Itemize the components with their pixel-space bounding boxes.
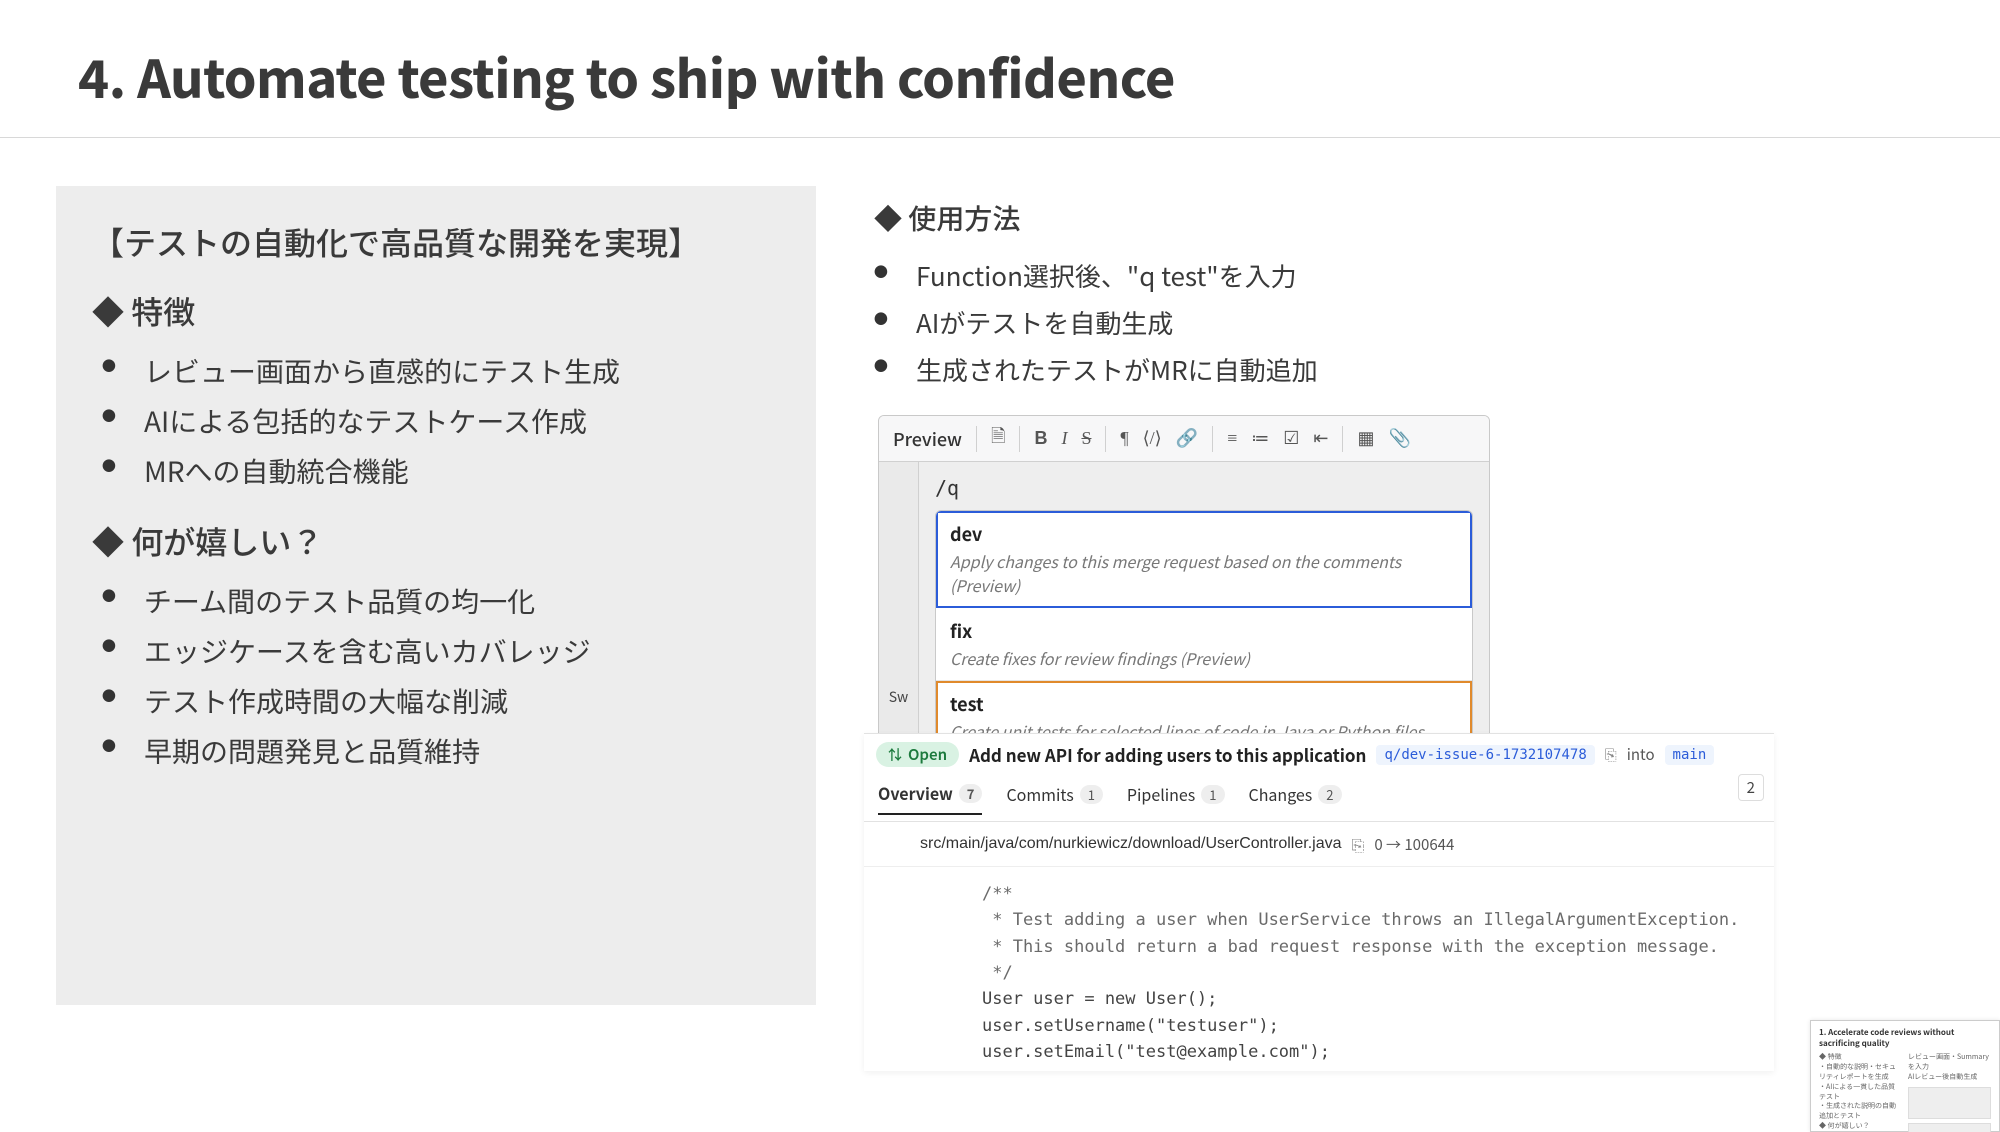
list-item: 早期の問題発見と品質維持 (144, 730, 780, 772)
thumb-title: 1. Accelerate code reviews without sacri… (1819, 1027, 1991, 1049)
copy-path-icon[interactable]: ⎘ (1352, 832, 1365, 856)
thumb-right: レビュー画面・Summaryを入力 AIレビュー後自動生成 (1908, 1053, 1991, 1132)
dropdown-item-dev[interactable]: dev Apply changes to this merge request … (936, 511, 1472, 608)
merge-request-mock: Open Add new API for adding users to thi… (864, 733, 1774, 1071)
next-slide-thumbnail[interactable]: 1. Accelerate code reviews without sacri… (1810, 1020, 2000, 1132)
code-block: /** * Test adding a user when UserServic… (864, 867, 1774, 1071)
italic-button[interactable]: I (1061, 428, 1067, 449)
copy-icon[interactable]: ⎘ (1605, 744, 1617, 765)
quote-icon[interactable]: ¶ (1120, 428, 1128, 449)
tab-count: 1 (1201, 785, 1224, 804)
slide-title: 4. Automate testing to ship with confide… (0, 0, 2000, 137)
list-item: チーム間のテスト品質の均一化 (144, 580, 780, 622)
slash-command-input[interactable]: /q (935, 476, 1473, 500)
dropdown-item-fix[interactable]: fix Create fixes for review findings (Pr… (936, 608, 1472, 681)
left-panel: 【テストの自動化で高品質な開発を実現】 特徴 レビュー画面から直感的にテスト生成… (56, 186, 816, 1005)
right-counter: 2 (1738, 774, 1764, 801)
editor-mock: Preview 🗎 B I S ¶ ⟨/⟩ 🔗 ≡ ≔ (878, 415, 1490, 787)
thumb-line: AIレビュー後自動生成 (1908, 1073, 1991, 1083)
thumb-line: レビュー画面・Summaryを入力 (1908, 1053, 1991, 1073)
toolbar-divider (1105, 426, 1106, 452)
left-subtitle: 【テストの自動化で高品質な開発を実現】 (92, 218, 780, 266)
link-icon[interactable]: 🔗 (1176, 428, 1198, 449)
open-badge: Open (876, 742, 959, 767)
tab-label: Overview (878, 781, 953, 805)
list-item: 生成されたテストがMRに自動追加 (916, 350, 1944, 389)
source-branch[interactable]: q/dev-issue-6-1732107478 (1376, 745, 1594, 765)
slide: 4. Automate testing to ship with confide… (0, 0, 2000, 1132)
strike-button[interactable]: S (1081, 428, 1091, 449)
dropdown-item-name: test (950, 691, 1458, 717)
tab-label: Changes (1249, 782, 1313, 806)
toolbar-divider (1019, 426, 1020, 452)
editor-toolbar: Preview 🗎 B I S ¶ ⟨/⟩ 🔗 ≡ ≔ (879, 416, 1489, 462)
list-item: エッジケースを含む高いカバレッジ (144, 630, 780, 672)
tab-commits[interactable]: Commits 1 (1006, 782, 1102, 814)
code-icon[interactable]: ⟨/⟩ (1143, 428, 1162, 449)
doc-icon[interactable]: 🗎 (991, 424, 1005, 454)
outdent-icon[interactable]: ⇤ (1313, 428, 1328, 449)
dropdown-item-name: dev (950, 521, 1458, 547)
dropdown-item-desc: Create fixes for review findings (Previe… (950, 646, 1458, 670)
columns: 【テストの自動化で高品質な開発を実現】 特徴 レビュー画面から直感的にテスト生成… (0, 138, 2000, 1005)
list-item: MRへの自動統合機能 (144, 450, 780, 492)
code-line: * This should return a bad request respo… (982, 937, 1719, 957)
code-line: user.setUsername("testuser"); (982, 1016, 1279, 1036)
thumb-image-placeholder (1908, 1087, 1991, 1119)
code-line: /** (982, 884, 1013, 904)
mr-header: Open Add new API for adding users to thi… (864, 734, 1774, 775)
diffstat: 0 → 100644 (1374, 834, 1454, 855)
usage-list: Function選択後、"q test"を入力 AIがテストを自動生成 生成され… (864, 256, 1944, 389)
usage-heading: 使用方法 (874, 198, 1944, 238)
dropdown-item-name: fix (950, 618, 1458, 644)
tab-count: 7 (959, 784, 983, 803)
code-line: User user = new User(); (982, 989, 1217, 1009)
tab-overview[interactable]: Overview 7 (878, 781, 982, 815)
list-item: AIがテストを自動生成 (916, 303, 1944, 342)
thumb-columns: ◆ 特徴 ・自動的な説明・セキュリティレポートを生成 ・AIによる一貫した品質テ… (1819, 1053, 1991, 1132)
mr-tabs: Overview 7 Commits 1 Pipelines 1 Chang (864, 775, 1774, 822)
thumb-left: ◆ 特徴 ・自動的な説明・セキュリティレポートを生成 ・AIによる一貫した品質テ… (1819, 1053, 1902, 1132)
list-item: AIによる包括的なテストケース作成 (144, 400, 780, 442)
tab-label: Pipelines (1127, 782, 1195, 806)
tab-label: Commits (1006, 782, 1073, 806)
right-panel: 使用方法 Function選択後、"q test"を入力 AIがテストを自動生成… (864, 186, 1944, 1005)
thumb-line: ・生成された説明の自動追加とテスト (1819, 1102, 1902, 1122)
switch-truncated[interactable]: Sw (889, 687, 909, 707)
tab-changes[interactable]: Changes 2 (1249, 782, 1342, 814)
numbered-list-icon[interactable]: ≔ (1251, 428, 1269, 449)
table-icon[interactable]: ▦ (1357, 428, 1374, 449)
preview-tab[interactable]: Preview (893, 426, 962, 452)
dropdown-item-desc: Apply changes to this merge request base… (950, 549, 1458, 597)
tab-pipelines[interactable]: Pipelines 1 (1127, 782, 1225, 814)
file-path[interactable]: src/main/java/com/nurkiewicz/download/Us… (920, 835, 1342, 853)
toolbar-divider (976, 426, 977, 452)
benefits-heading: 何が嬉しい？ (92, 518, 780, 564)
into-label: into (1627, 744, 1655, 765)
thumb-line: ・自動的な説明・セキュリティレポートを生成 (1819, 1063, 1902, 1083)
code-line: user.setEmail("test@example.com"); (982, 1042, 1330, 1062)
thumb-line: ・AIによる一貫した品質テスト (1819, 1083, 1902, 1103)
code-line: */ (982, 963, 1013, 983)
toolbar-divider (1342, 426, 1343, 452)
bullet-list-icon[interactable]: ≡ (1227, 428, 1237, 449)
benefits-list: チーム間のテスト品質の均一化 エッジケースを含む高いカバレッジ テスト作成時間の… (92, 580, 780, 772)
tab-count: 2 (1318, 785, 1341, 804)
features-heading: 特徴 (92, 288, 780, 334)
toolbar-divider (1212, 426, 1213, 452)
list-item: Function選択後、"q test"を入力 (916, 256, 1944, 295)
attach-icon[interactable]: 📎 (1389, 428, 1411, 449)
list-item: テスト作成時間の大幅な削減 (144, 680, 780, 722)
list-item: レビュー画面から直感的にテスト生成 (144, 350, 780, 392)
bold-button[interactable]: B (1034, 428, 1047, 449)
file-header: src/main/java/com/nurkiewicz/download/Us… (864, 822, 1774, 867)
tab-count: 1 (1080, 785, 1103, 804)
task-list-icon[interactable]: ☑ (1283, 428, 1299, 449)
target-branch[interactable]: main (1665, 745, 1715, 765)
code-line: * Test adding a user when UserService th… (982, 910, 1739, 930)
thumb-image-placeholder (1908, 1123, 1991, 1132)
screenshot-area: Preview 🗎 B I S ¶ ⟨/⟩ 🔗 ≡ ≔ (864, 415, 1944, 1005)
mr-title: Add new API for adding users to this app… (969, 742, 1366, 767)
features-list: レビュー画面から直感的にテスト生成 AIによる包括的なテストケース作成 MRへの… (92, 350, 780, 492)
